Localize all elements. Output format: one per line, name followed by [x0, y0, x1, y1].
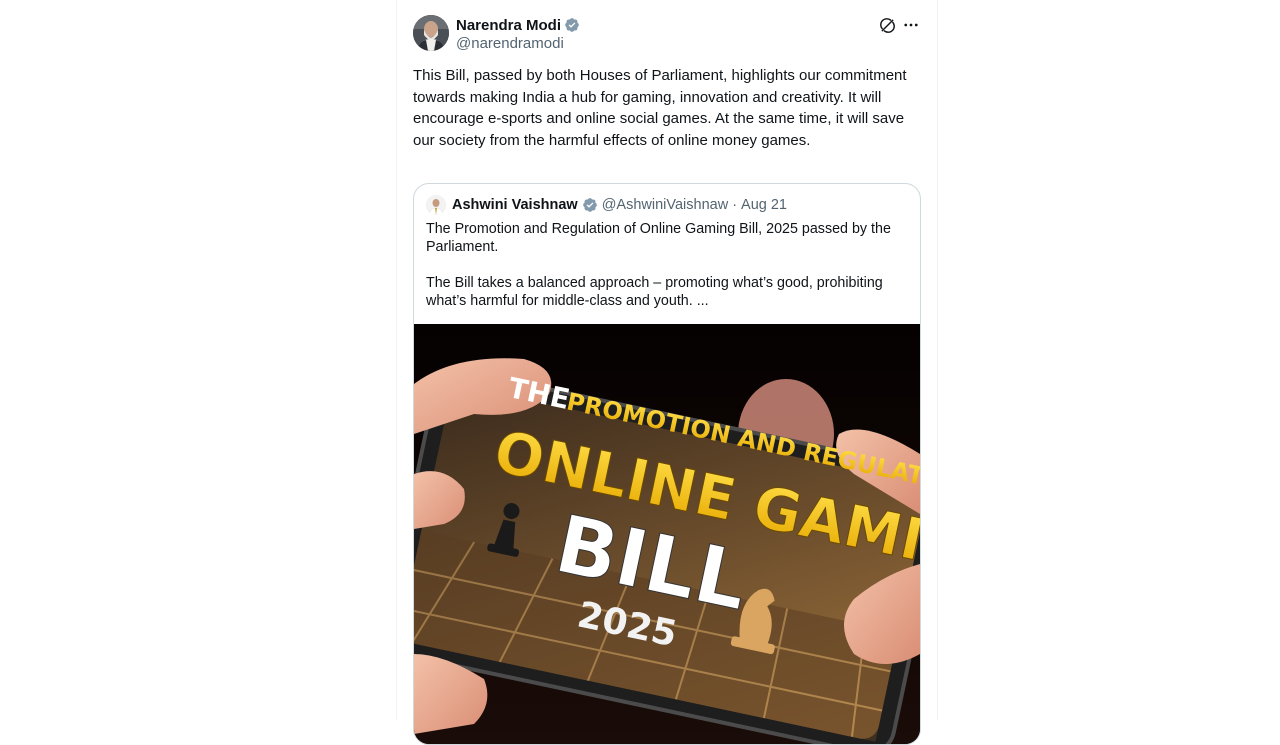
- author-names: Narendra Modi @narendramodi: [456, 16, 580, 52]
- header-actions: [877, 15, 921, 35]
- quote-paragraph-1: The Promotion and Regulation of Online G…: [426, 221, 891, 255]
- quote-display-name[interactable]: Ashwini Vaishnaw: [452, 197, 578, 213]
- grok-icon[interactable]: [877, 15, 897, 35]
- quote-header: Ashwini Vaishnaw @AshwiniVaishnaw · Aug …: [426, 195, 787, 215]
- tweet[interactable]: Narendra Modi @narendramodi This Bill, p…: [413, 15, 921, 745]
- quoted-tweet[interactable]: Ashwini Vaishnaw @AshwiniVaishnaw · Aug …: [413, 183, 921, 745]
- quote-verified-badge-icon: [582, 197, 598, 213]
- quote-text: The Promotion and Regulation of Online G…: [426, 220, 906, 328]
- quote-handle[interactable]: @AshwiniVaishnaw: [602, 197, 728, 213]
- verified-badge-icon: [564, 17, 580, 33]
- author-handle[interactable]: @narendramodi: [456, 35, 580, 52]
- avatar[interactable]: [413, 15, 449, 51]
- tweet-text: This Bill, passed by both Houses of Parl…: [413, 67, 907, 149]
- quote-paragraph-2: The Bill takes a balanced approach – pro…: [426, 275, 883, 309]
- quote-separator: ·: [732, 197, 738, 213]
- timeline-column: Narendra Modi @narendramodi This Bill, p…: [396, 0, 938, 745]
- author-display-name[interactable]: Narendra Modi: [456, 17, 561, 34]
- tweet-header: Narendra Modi @narendramodi: [413, 15, 921, 55]
- quote-avatar[interactable]: [426, 195, 446, 215]
- quote-media-image[interactable]: THE PROMOTION AND REGULATION OF ONLINE G…: [414, 324, 920, 744]
- more-icon[interactable]: [901, 15, 921, 35]
- quote-date[interactable]: Aug 21: [741, 197, 787, 213]
